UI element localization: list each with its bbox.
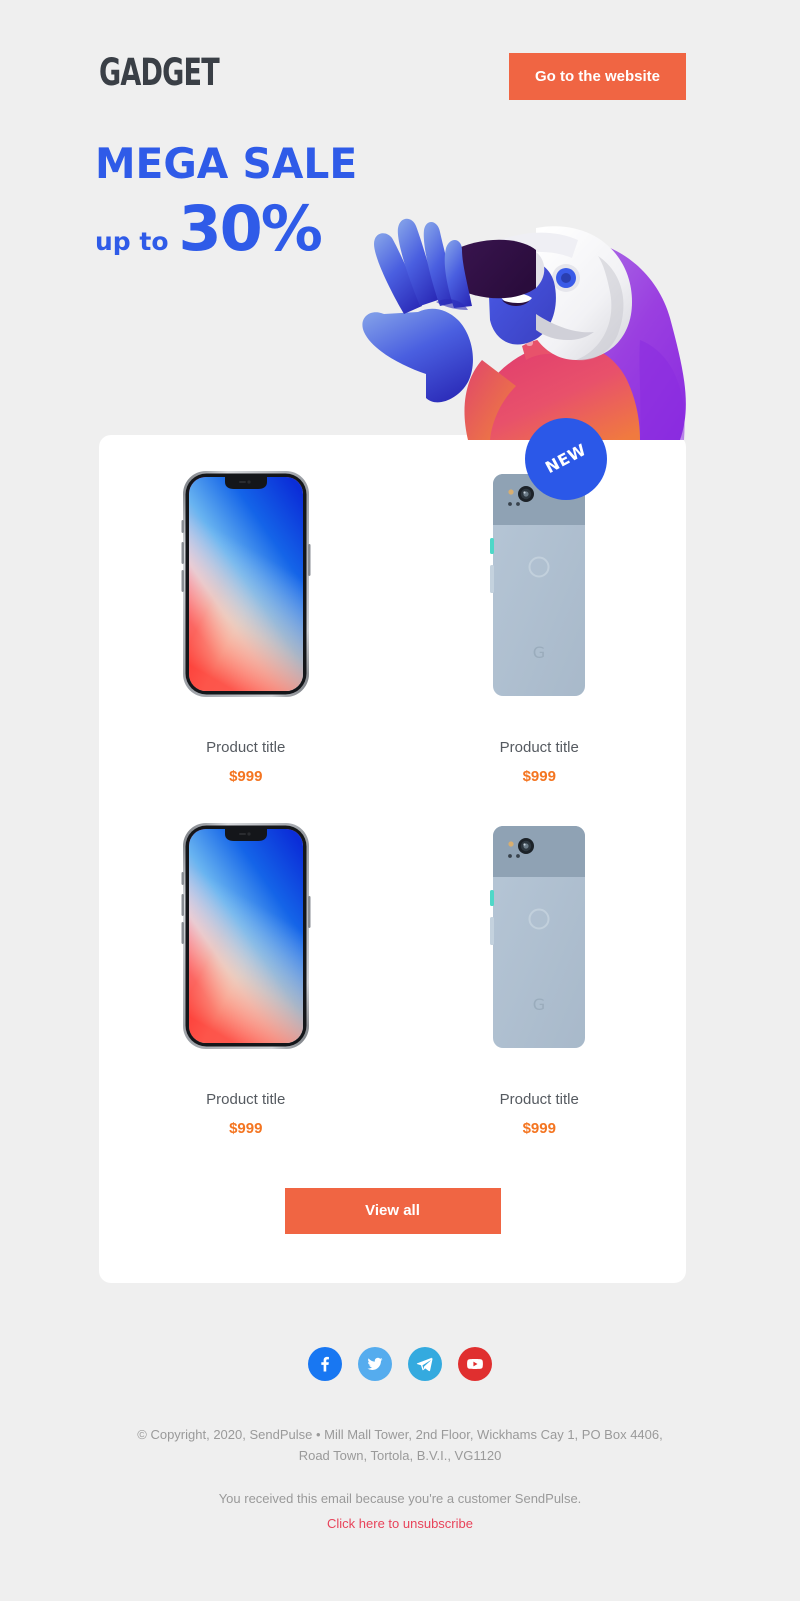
product-row: Product title $999 <box>99 787 686 1139</box>
email-page: GADGET Go to the website MEGA SALE up to… <box>0 0 800 1601</box>
svg-text:G: G <box>533 995 545 1014</box>
product-price: $999 <box>522 768 556 785</box>
hero-discount-value: 30% <box>178 192 323 265</box>
social-links <box>0 1347 800 1381</box>
hero-headline: MEGA SALE <box>95 139 358 188</box>
product-title: Product title <box>499 739 579 756</box>
unsubscribe-link[interactable]: Click here to unsubscribe <box>327 1513 473 1534</box>
brand-logo: GADGET <box>99 50 220 94</box>
pixel-phone-product-image: G <box>474 468 604 700</box>
view-all-container: View all <box>99 1188 686 1234</box>
hero-discount-row: up to 30% <box>95 198 365 260</box>
pixel-phone-product-image: G <box>474 820 604 1052</box>
product-title: Product title <box>206 1091 286 1108</box>
email-footer: © Copyright, 2020, SendPulse • Mill Mall… <box>0 1424 800 1534</box>
products-grid: Product title $999 G NEW Product title $… <box>99 418 687 1139</box>
footer-copyright: © Copyright, 2020, SendPulse • Mill Mall… <box>137 1427 663 1463</box>
telegram-icon[interactable] <box>408 1347 442 1381</box>
product-title: Product title <box>206 739 286 756</box>
iphone-x-product-image <box>181 468 311 700</box>
products-card: Product title $999 G NEW Product title $… <box>99 418 687 1283</box>
twitter-icon[interactable] <box>358 1347 392 1381</box>
vr-headset-person-illustration <box>340 210 700 440</box>
product-price: $999 <box>229 768 263 785</box>
youtube-icon[interactable] <box>458 1347 492 1381</box>
iphone-x-product-image <box>181 820 311 1052</box>
product-item[interactable]: G NEW Product title $999 <box>393 418 687 787</box>
hero-section: MEGA SALE up to 30% <box>0 130 800 440</box>
go-to-website-button[interactable]: Go to the website <box>509 53 686 100</box>
product-row: Product title $999 <box>99 418 687 787</box>
view-all-button[interactable]: View all <box>284 1188 501 1234</box>
new-badge: NEW <box>524 418 607 500</box>
product-price: $999 <box>522 1120 556 1137</box>
product-item[interactable]: Product title $999 <box>99 435 393 787</box>
hero-upto-label: up to <box>95 227 169 256</box>
hero-text-block: MEGA SALE up to 30% <box>95 140 365 260</box>
svg-text:G: G <box>533 643 545 662</box>
product-title: Product title <box>499 1091 579 1108</box>
footer-note: You received this email because you're a… <box>218 1491 582 1506</box>
product-item[interactable]: G Product title $999 <box>393 787 687 1139</box>
product-price: $999 <box>229 1120 263 1137</box>
product-item[interactable]: Product title $999 <box>99 787 393 1139</box>
email-header: GADGET Go to the website <box>99 48 686 104</box>
facebook-icon[interactable] <box>308 1347 342 1381</box>
